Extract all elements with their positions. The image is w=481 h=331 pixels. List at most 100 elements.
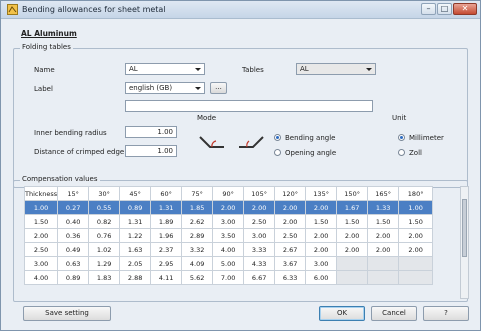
table-cell[interactable]: 4.11 — [150, 270, 183, 285]
table-cell[interactable]: 2.95 — [150, 256, 183, 271]
table-cell[interactable]: 2.00 — [336, 242, 369, 257]
table-cell[interactable]: 2.00 — [274, 214, 307, 229]
cancel-button[interactable]: Cancel — [371, 306, 417, 321]
table-cell[interactable]: 2.00 — [305, 200, 338, 215]
column-header[interactable]: 60° — [150, 186, 183, 201]
table-cell[interactable]: 6.00 — [305, 270, 338, 285]
table-row[interactable]: 3.00 0.63 1.29 2.05 2.95 4.09 5.00 4.33 3.67 3.00 — [23, 256, 434, 271]
table-cell[interactable]: 0.89 — [119, 200, 152, 215]
table-cell[interactable]: 1.50 — [367, 214, 400, 229]
table-row[interactable]: 1.00 0.27 0.55 0.89 1.31 1.85 2.00 2.00 2.00 2.00… — [23, 200, 434, 215]
inner-radius-field[interactable]: 1.00 — [125, 126, 177, 138]
table-cell[interactable]: 2.00 — [305, 242, 338, 257]
browse-button[interactable]: ... — [210, 82, 227, 94]
table-cell[interactable]: 2.00 — [367, 228, 400, 243]
table-row[interactable]: 2.50 0.49 1.02 1.63 2.37 3.32 4.00 3.33 2.67 2.00… — [23, 242, 434, 257]
table-cell[interactable]: 2.67 — [274, 242, 307, 257]
column-header[interactable]: 120° — [274, 186, 307, 201]
table-cell[interactable]: 4.00 — [212, 242, 245, 257]
table-cell[interactable]: 3.00 — [212, 214, 245, 229]
table-cell[interactable]: 0.49 — [57, 242, 90, 257]
ok-button[interactable]: OK — [319, 306, 365, 321]
table-cell[interactable]: 1.02 — [88, 242, 121, 257]
table-cell[interactable]: 1.31 — [150, 200, 183, 215]
table-cell[interactable]: 0.36 — [57, 228, 90, 243]
bending-angle-radio[interactable] — [274, 134, 281, 141]
table-row[interactable]: 4.00 0.89 1.83 2.88 4.11 5.62 7.00 6.67 6.33 6.00 — [23, 270, 434, 285]
table-cell[interactable]: 4.00 — [23, 270, 59, 285]
table-cell[interactable] — [336, 256, 369, 271]
table-scrollbar[interactable] — [460, 186, 469, 299]
label-combo[interactable]: english (GB) — [125, 82, 205, 94]
table-cell[interactable]: 5.62 — [181, 270, 214, 285]
column-header[interactable]: 105° — [243, 186, 276, 201]
table-cell[interactable]: 2.62 — [181, 214, 214, 229]
table-cell[interactable]: 5.00 — [212, 256, 245, 271]
table-cell[interactable]: 6.67 — [243, 270, 276, 285]
table-cell[interactable]: 0.82 — [88, 214, 121, 229]
table-cell[interactable]: 2.00 — [243, 200, 276, 215]
table-cell[interactable]: 1.89 — [150, 214, 183, 229]
table-cell[interactable]: 3.67 — [274, 256, 307, 271]
table-row[interactable]: 1.50 0.40 0.82 1.31 1.89 2.62 3.00 2.50 2.00 1.50… — [23, 214, 434, 229]
table-cell[interactable]: 2.00 — [305, 228, 338, 243]
table-cell[interactable]: 1.50 — [305, 214, 338, 229]
table-cell[interactable]: 4.09 — [181, 256, 214, 271]
table-cell[interactable]: 2.00 — [367, 242, 400, 257]
save-setting-button[interactable]: Save setting — [23, 306, 111, 321]
column-header[interactable]: 15° — [57, 186, 90, 201]
table-cell[interactable]: 2.00 — [23, 228, 59, 243]
help-button[interactable]: ? — [423, 306, 469, 321]
table-cell[interactable]: 4.33 — [243, 256, 276, 271]
column-header[interactable]: 90° — [212, 186, 245, 201]
column-header[interactable]: 150° — [336, 186, 369, 201]
table-row[interactable]: 2.00 0.36 0.76 1.22 1.96 2.89 3.50 3.00 2.50 2.00… — [23, 228, 434, 243]
description-field[interactable] — [125, 100, 373, 112]
table-cell[interactable]: 1.85 — [181, 200, 214, 215]
table-cell[interactable]: 2.00 — [336, 228, 369, 243]
scrollbar-thumb[interactable] — [462, 199, 467, 257]
table-cell[interactable]: 0.89 — [57, 270, 90, 285]
title-bar[interactable]: Bending allowances for sheet metal – □ ✕ — [1, 1, 480, 19]
table-cell[interactable]: 1.29 — [88, 256, 121, 271]
table-cell[interactable]: 1.63 — [119, 242, 152, 257]
table-cell[interactable]: 1.22 — [119, 228, 152, 243]
table-cell[interactable]: 1.67 — [336, 200, 369, 215]
table-cell[interactable]: 1.00 — [398, 200, 434, 215]
close-button[interactable]: ✕ — [453, 3, 477, 15]
table-cell[interactable]: 1.33 — [367, 200, 400, 215]
column-header[interactable]: Thickness — [23, 186, 59, 201]
table-cell[interactable]: 2.00 — [398, 228, 434, 243]
column-header[interactable]: 180° — [398, 186, 434, 201]
compensation-table[interactable]: Thickness 15° 30° 45° 60° 75° 90° 105° 120° 135° 1… — [23, 186, 434, 285]
table-cell[interactable]: 1.83 — [88, 270, 121, 285]
table-cell[interactable]: 2.37 — [150, 242, 183, 257]
maximize-button[interactable]: □ — [437, 3, 452, 15]
table-cell[interactable]: 2.50 — [274, 228, 307, 243]
table-cell[interactable] — [367, 270, 400, 285]
zoll-radio[interactable] — [398, 149, 405, 156]
table-cell[interactable]: 3.00 — [243, 228, 276, 243]
table-cell[interactable] — [336, 270, 369, 285]
table-cell[interactable]: 2.89 — [181, 228, 214, 243]
table-cell[interactable]: 0.76 — [88, 228, 121, 243]
tables-combo[interactable]: AL — [296, 63, 376, 75]
opening-angle-radio[interactable] — [274, 149, 281, 156]
table-cell[interactable] — [398, 270, 434, 285]
table-cell[interactable]: 2.88 — [119, 270, 152, 285]
table-cell[interactable]: 3.33 — [243, 242, 276, 257]
table-cell[interactable]: 6.33 — [274, 270, 307, 285]
table-cell[interactable]: 2.05 — [119, 256, 152, 271]
column-header[interactable]: 75° — [181, 186, 214, 201]
table-cell[interactable]: 1.50 — [336, 214, 369, 229]
table-cell[interactable]: 2.50 — [23, 242, 59, 257]
table-cell[interactable]: 3.32 — [181, 242, 214, 257]
table-cell[interactable]: 0.63 — [57, 256, 90, 271]
table-cell[interactable]: 7.00 — [212, 270, 245, 285]
table-cell[interactable] — [367, 256, 400, 271]
column-header[interactable]: 165° — [367, 186, 400, 201]
table-cell[interactable]: 3.00 — [305, 256, 338, 271]
table-cell[interactable] — [398, 256, 434, 271]
millimeter-radio[interactable] — [398, 134, 405, 141]
column-header[interactable]: 45° — [119, 186, 152, 201]
